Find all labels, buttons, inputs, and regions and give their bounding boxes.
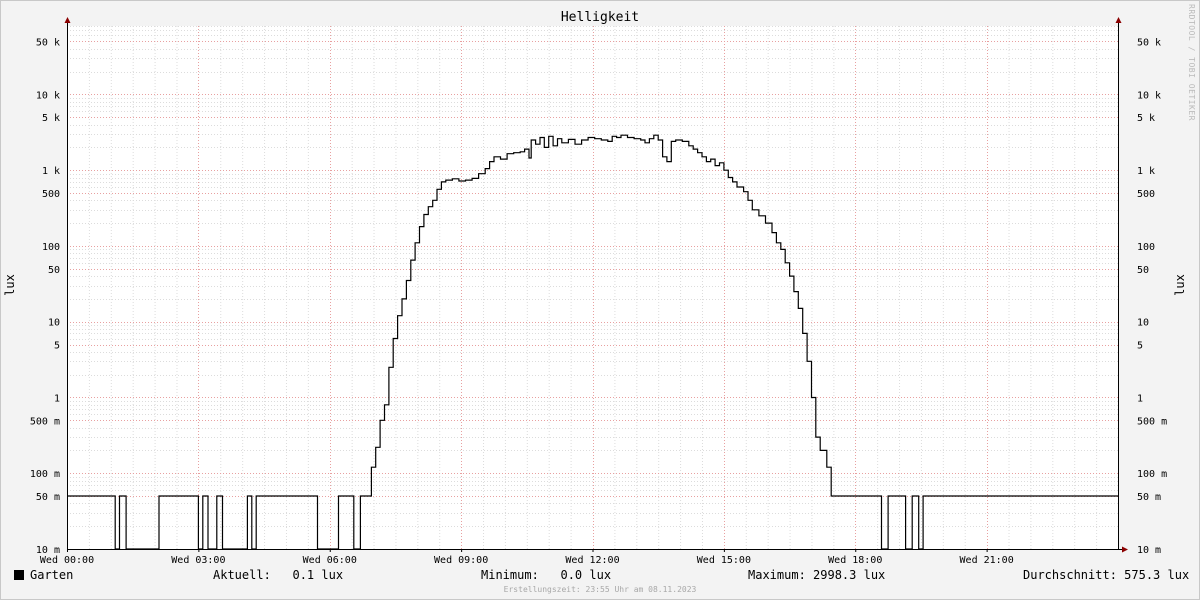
legend-maximum: Maximum: 2998.3 lux (748, 568, 886, 582)
y-tick-label: 100 m (30, 469, 60, 480)
x-tick-label: Wed 15:00 (697, 555, 751, 566)
y-tick-label: 1 (54, 393, 60, 404)
legend-swatch (14, 570, 24, 580)
x-tick-label: Wed 18:00 (828, 555, 882, 566)
y-tick-label: 50 m (36, 492, 60, 503)
y-tick-label-right: 5 (1137, 341, 1143, 352)
y-tick-label-right: 50 m (1137, 492, 1161, 503)
footer-timestamp: Erstellungszeit: 23:55 Uhr am 08.11.2023 (503, 585, 697, 594)
y-tick-label-right: 500 m (1137, 416, 1167, 427)
y-tick-label-right: 10 m (1137, 545, 1161, 556)
y-tick-label-right: 1 (1137, 393, 1143, 404)
y-tick-label-right: 10 (1137, 318, 1149, 329)
y-tick-label: 100 (42, 242, 60, 253)
legend-average: Durchschnitt: 575.3 lux (1023, 568, 1190, 582)
y-tick-label: 500 m (30, 416, 60, 427)
y-tick-label-right: 50 (1137, 265, 1149, 276)
y-tick-label: 10 (48, 318, 60, 329)
y-tick-label-right: 100 m (1137, 469, 1167, 480)
x-tick-label: Wed 09:00 (434, 555, 488, 566)
y-tick-label-right: 500 (1137, 189, 1155, 200)
y-tick-label: 50 (48, 265, 60, 276)
y-axis-arrow-right (1115, 17, 1122, 23)
plot-background (67, 26, 1118, 549)
y-tick-label-right: 5 k (1137, 113, 1155, 124)
y-tick-label: 50 k (36, 37, 60, 48)
x-tick-label: Wed 12:00 (565, 555, 619, 566)
x-tick-label: Wed 21:00 (960, 555, 1014, 566)
legend-series-name: Garten (30, 568, 74, 582)
x-tick-label: Wed 00:00 (40, 555, 94, 566)
x-tick-label: Wed 06:00 (303, 555, 357, 566)
y-axis-arrow (64, 17, 71, 23)
chart-plot: Wed 00:00 Wed 03:00 Wed 06:00 Wed 09:00 Wed … (30, 17, 1167, 566)
y-tick-label: 500 (42, 189, 60, 200)
legend-minimum: Minimum: 0.0 lux (481, 568, 612, 582)
y-tick-label: 5 (54, 341, 60, 352)
x-tick-label: Wed 03:00 (171, 555, 225, 566)
y-tick-label: 10 k (36, 90, 60, 101)
y-tick-label-right: 10 k (1137, 90, 1161, 101)
legend: Garten Aktuell: 0.1 lux Minimum: 0.0 lux… (14, 568, 1190, 584)
y-tick-label: 5 k (42, 113, 60, 124)
y-tick-label-right: 1 k (1137, 166, 1155, 177)
y-tick-label: 10 m (36, 545, 60, 556)
y-tick-label: 1 k (42, 166, 60, 177)
y-tick-label-right: 100 (1137, 242, 1155, 253)
x-axis-arrow (1122, 546, 1128, 553)
y-tick-label-right: 50 k (1137, 37, 1161, 48)
legend-current: Aktuell: 0.1 lux (213, 568, 344, 582)
